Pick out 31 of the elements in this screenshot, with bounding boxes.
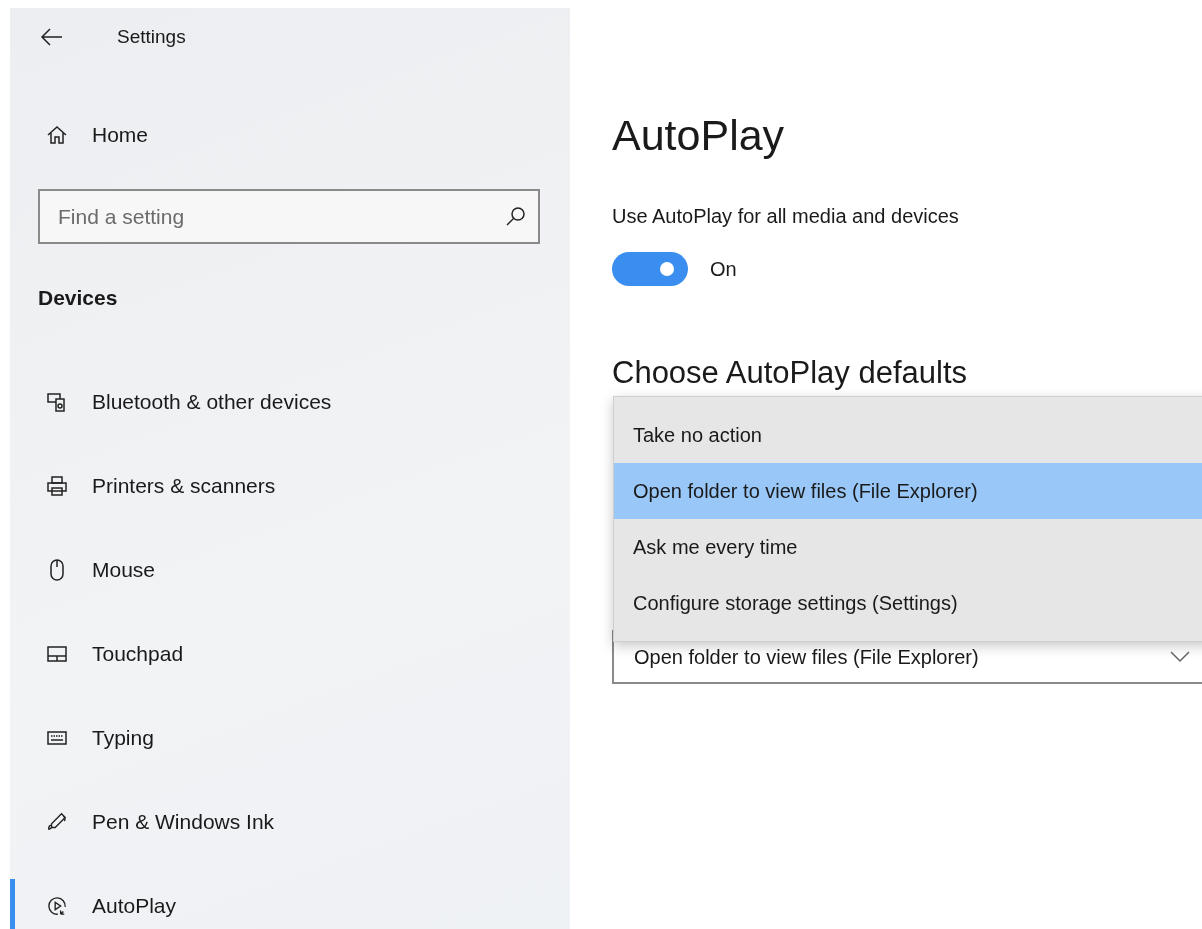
- dropdown-option[interactable]: Ask me every time: [614, 519, 1202, 575]
- sidebar-item[interactable]: Touchpad: [10, 612, 570, 696]
- back-button[interactable]: [40, 26, 64, 47]
- toggle-switch[interactable]: [612, 252, 688, 286]
- window-title: Settings: [117, 25, 186, 48]
- page-title: AutoPlay: [612, 110, 786, 160]
- pen-icon: [47, 811, 67, 833]
- printer-icon: [47, 476, 67, 496]
- chevron-down-icon: [1170, 651, 1190, 663]
- keyboard-icon: [47, 731, 67, 745]
- mouse-icon: [50, 559, 64, 581]
- search-field[interactable]: Find a setting: [38, 189, 540, 245]
- dropdown-option[interactable]: Open folder to view files (File Explorer): [614, 463, 1202, 519]
- search-icon: [506, 206, 526, 227]
- home-icon: [47, 125, 67, 146]
- sidebar-item[interactable]: Pen & Windows Ink: [10, 780, 570, 864]
- keyboard-speaker-icon: [47, 392, 67, 412]
- section-heading: Choose AutoPlay defaults: [612, 354, 969, 392]
- section-heading: Devices: [38, 285, 119, 312]
- sidebar-item[interactable]: Printers & scanners: [10, 444, 570, 528]
- sidebar-item[interactable]: Mouse: [10, 528, 570, 612]
- sidebar-item[interactable]: AutoPlay: [10, 864, 570, 929]
- dropdown-option[interactable]: Take no action: [614, 407, 1202, 463]
- home-item[interactable]: Home: [10, 93, 570, 178]
- sidebar-item[interactable]: Bluetooth & other devices: [10, 360, 570, 444]
- toggle-label: Use AutoPlay for all media and devices: [612, 203, 960, 229]
- play-circle-icon: [47, 895, 67, 917]
- dropdown-option[interactable]: Configure storage settings (Settings): [614, 575, 1202, 631]
- touchpad-icon: [47, 646, 67, 662]
- toggle-state: On: [710, 257, 737, 281]
- sidebar-item[interactable]: Typing: [10, 696, 570, 780]
